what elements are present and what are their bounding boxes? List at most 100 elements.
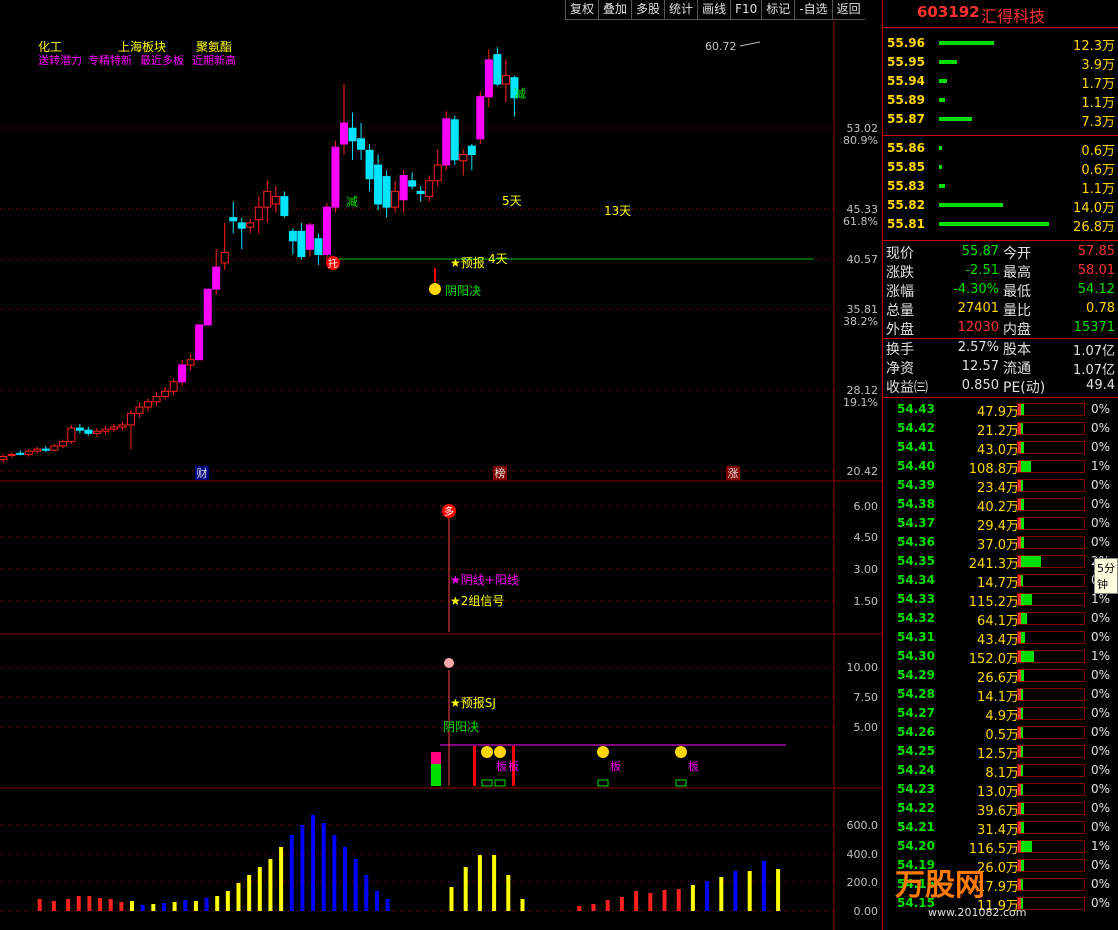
level-price: 54.22 <box>897 801 935 815</box>
toolbar-button-0[interactable]: 复权 <box>565 0 599 20</box>
annotation-13days: 13天 <box>604 204 631 218</box>
toolbar-button-8[interactable]: 返回 <box>831 0 865 20</box>
candle-body-5 <box>41 448 50 451</box>
toolbar-button-5[interactable]: F10 <box>730 0 762 20</box>
sell-bar <box>939 117 972 121</box>
level-bar-box <box>1017 536 1085 549</box>
quote-label-left: 涨幅 <box>886 284 914 300</box>
buy-price: 55.82 <box>887 198 925 212</box>
volume-bar-7 <box>119 902 124 911</box>
buy-level[interactable]: 55.83 1.1万 <box>883 177 1118 197</box>
candle-body-31 <box>263 190 272 208</box>
toolbar-button-6[interactable]: 标记 <box>761 0 795 20</box>
level-price: 54.29 <box>897 668 935 682</box>
level-volume: 47.9万 <box>977 405 1019 420</box>
candle-body-16 <box>135 406 144 414</box>
ind2-box-3 <box>675 779 687 787</box>
candle-body-43 <box>365 149 374 180</box>
level-price: 54.20 <box>897 839 935 853</box>
chart-area[interactable]: 53.0280.9%45.3361.8%40.5735.8138.2%28.12… <box>0 20 882 930</box>
quote-label-right: 内盘 <box>1003 322 1031 338</box>
quote-label-left: 现价 <box>886 246 914 262</box>
level-bar-fill <box>1021 822 1024 833</box>
price-level-row: 54.27 4.9万 0% <box>883 704 1118 724</box>
sell-level[interactable]: 55.96 12.3万 <box>883 34 1118 54</box>
level-volume: 152.0万 <box>968 652 1019 667</box>
legend-sector-0: 化工 <box>38 40 62 54</box>
level-bar-fill <box>1021 784 1023 795</box>
buy-level[interactable]: 55.86 0.6万 <box>883 139 1118 159</box>
ind2-money-icon-3 <box>675 746 687 758</box>
volume-bar-37 <box>506 875 511 911</box>
toolbar-button-7[interactable]: -自选 <box>794 0 832 20</box>
level-bar-box <box>1017 517 1085 530</box>
sell-level[interactable]: 55.94 1.7万 <box>883 72 1118 92</box>
price-level-row: 54.23 13.0万 0% <box>883 780 1118 800</box>
level-price: 54.27 <box>897 706 935 720</box>
sell-level[interactable]: 55.89 1.1万 <box>883 91 1118 111</box>
price-level-row: 54.24 8.1万 0% <box>883 761 1118 781</box>
level-price: 54.23 <box>897 782 935 796</box>
volume-bar-11 <box>161 903 166 911</box>
quote-row: 外盘 12030 内盘 15371 <box>883 319 1118 338</box>
quote-value-left: -2.51 <box>965 263 999 278</box>
ind1-marker: 多 <box>444 505 454 518</box>
quote-label-right: 量比 <box>1003 303 1031 319</box>
price-level-row: 54.42 21.2万 0% <box>883 419 1118 439</box>
level-pct: 0% <box>1091 516 1111 530</box>
buy-volume: 0.6万 <box>1081 144 1115 159</box>
candle-body-12 <box>101 428 110 432</box>
annotation-yinyang: 阴阳决 <box>445 284 481 298</box>
level-pct: 0% <box>1091 687 1111 701</box>
candle-body-9 <box>75 427 84 431</box>
bottom-marker-1: 榜 <box>495 466 506 480</box>
volume-bar-12 <box>172 902 177 911</box>
ind2-balloon-icon <box>444 658 454 668</box>
sell-level[interactable]: 55.95 3.9万 <box>883 53 1118 73</box>
volume-bar-16 <box>215 896 220 911</box>
volume-bar-21 <box>268 859 273 911</box>
quote-label-right: 最低 <box>1003 284 1031 300</box>
candle-body-38 <box>322 206 331 255</box>
volume-bar-27 <box>332 835 337 911</box>
volume-bar-46 <box>676 889 681 911</box>
level-bar-fill <box>1021 480 1023 491</box>
sell-bar <box>939 60 957 64</box>
high-pointer <box>739 41 761 47</box>
volume-bar-2 <box>66 899 71 911</box>
volume-bar-29 <box>353 859 358 911</box>
level-bar-fill <box>1021 803 1025 814</box>
price-level-row: 54.41 43.0万 0% <box>883 438 1118 458</box>
ind2-ban-1: 板 <box>508 759 519 773</box>
level-price: 54.35 <box>897 554 935 568</box>
volume-bar-32 <box>385 899 390 911</box>
volume-bar-50 <box>733 871 738 911</box>
candle-body-15 <box>127 412 135 426</box>
level-bar-fill <box>1021 594 1032 605</box>
vol-tick-2: 200.0 <box>847 876 879 889</box>
candle-body-20 <box>169 381 178 392</box>
level-price: 54.42 <box>897 421 935 435</box>
toolbar-button-3[interactable]: 统计 <box>664 0 698 20</box>
candle-body-17 <box>144 401 153 408</box>
toolbar-button-4[interactable]: 画线 <box>697 0 731 20</box>
candle-body-10 <box>84 429 93 434</box>
volume-bar-38 <box>520 899 525 911</box>
level-bar-fill <box>1021 670 1024 681</box>
watermark-brand: 万股网 <box>895 868 985 903</box>
stock-header[interactable]: 603192 汇得科技 <box>883 3 1118 26</box>
quote-value-right: 57.85 <box>1077 244 1115 259</box>
sell-level[interactable]: 55.87 7.3万 <box>883 110 1118 130</box>
candle-body-39 <box>331 146 340 208</box>
buy-level[interactable]: 55.82 14.0万 <box>883 196 1118 216</box>
y-tick-2: 40.57 <box>847 253 879 266</box>
toolbar-button-1[interactable]: 叠加 <box>598 0 632 20</box>
buy-level[interactable]: 55.81 26.8万 <box>883 215 1118 235</box>
volume-bar-24 <box>300 825 305 911</box>
toolbar-button-2[interactable]: 多股 <box>631 0 665 20</box>
price-level-row: 54.32 64.1万 0% <box>883 609 1118 629</box>
buy-level[interactable]: 55.85 0.6万 <box>883 158 1118 178</box>
candle-body-42 <box>357 138 366 150</box>
price-level-row: 54.29 26.6万 0% <box>883 666 1118 686</box>
quote-row: 涨幅 -4.30% 最低 54.12 <box>883 281 1118 300</box>
